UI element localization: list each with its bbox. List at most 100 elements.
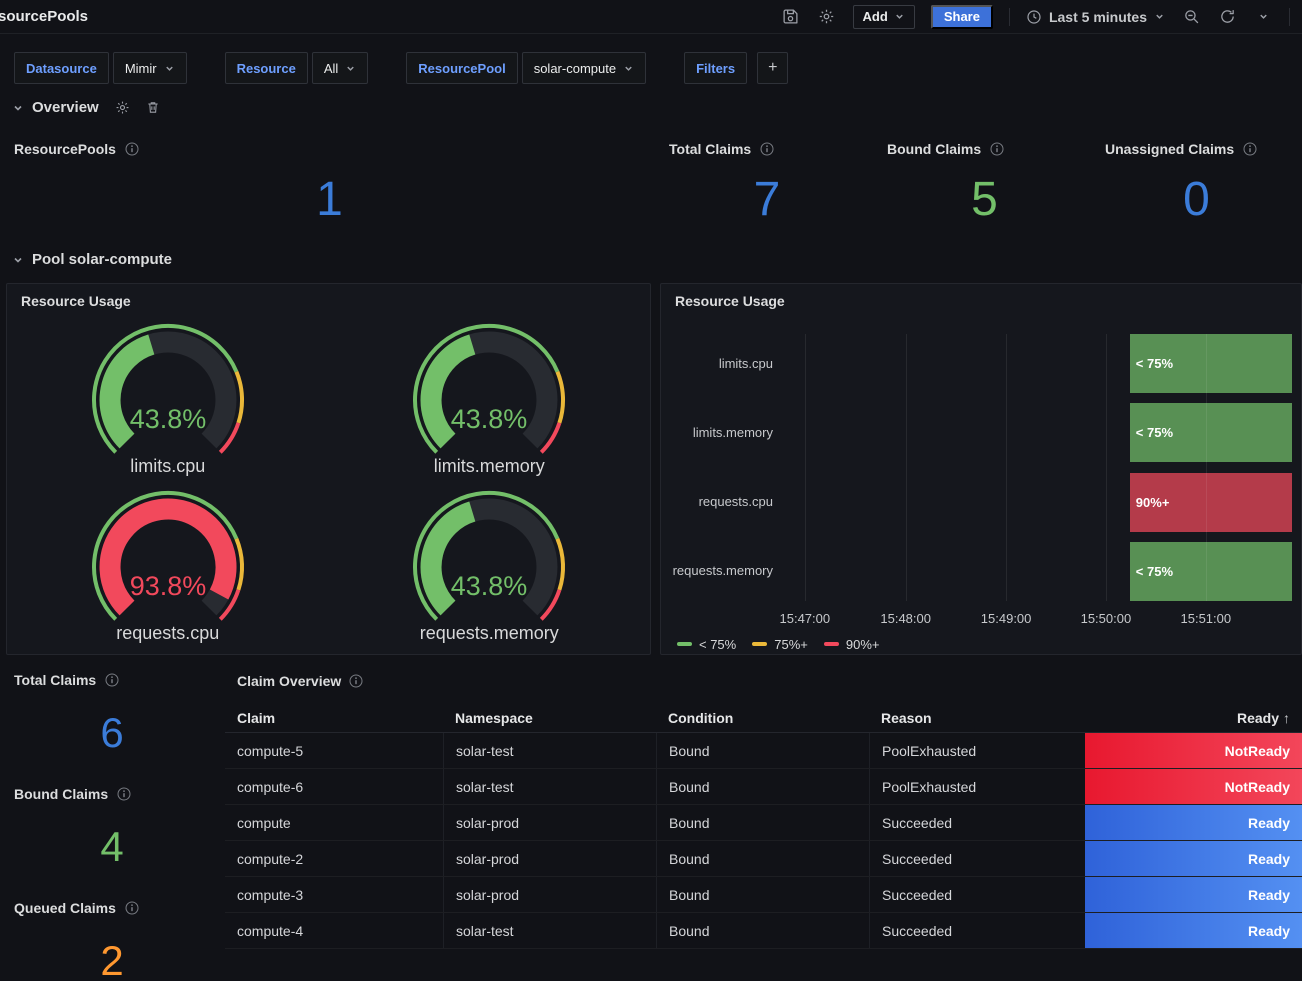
- legend-item[interactable]: < 75%: [677, 637, 736, 652]
- column-header-namespace[interactable]: Namespace: [443, 710, 656, 726]
- stat-panel-bound-claims: Bound Claims 5: [879, 130, 1090, 240]
- stat-value: 4: [6, 826, 218, 868]
- stat-panel-unassigned-claims: Unassigned Claims 0: [1097, 130, 1296, 240]
- info-icon[interactable]: [125, 901, 139, 915]
- table-cell: Bound: [656, 733, 869, 768]
- table-cell: Bound: [656, 805, 869, 840]
- row-header-overview[interactable]: Overview: [12, 99, 160, 116]
- column-header-ready[interactable]: Ready ↑: [1085, 710, 1302, 726]
- table-cell: solar-prod: [443, 841, 656, 876]
- table-cell: PoolExhausted: [869, 733, 1085, 768]
- timeline-gridline: [1206, 334, 1207, 601]
- panel-title: ResourcePools: [14, 141, 116, 157]
- filter-datasource: Datasource Mimir: [14, 52, 187, 84]
- filters-label: Filters: [684, 52, 747, 84]
- panel-title: Resource Usage: [21, 293, 131, 309]
- table-cell: Bound: [656, 769, 869, 804]
- add-button[interactable]: Add: [853, 5, 915, 29]
- gauge-label: limits.memory: [434, 456, 545, 477]
- chevron-down-icon: [345, 63, 356, 74]
- column-header-reason[interactable]: Reason: [869, 710, 1085, 726]
- table-cell: Succeeded: [869, 913, 1085, 948]
- share-button-label: Share: [944, 9, 980, 24]
- legend-label: 90%+: [846, 637, 880, 652]
- filter-resourcepool: ResourcePool solar-compute: [406, 52, 646, 84]
- timeline-row-label: limits.memory: [661, 425, 773, 440]
- filter-label-resource: Resource: [225, 52, 308, 84]
- legend-item[interactable]: 90%+: [824, 637, 880, 652]
- sort-arrow-up-icon: ↑: [1283, 710, 1290, 726]
- row-settings-gear-icon[interactable]: [115, 100, 130, 115]
- filter-value-resourcepool[interactable]: solar-compute: [522, 52, 646, 84]
- timeline-row-label: limits.cpu: [661, 356, 773, 371]
- ready-status-cell: Ready: [1085, 841, 1302, 876]
- table-cell: solar-test: [443, 769, 656, 804]
- gauge-arc: 43.8%: [389, 322, 589, 456]
- filter-value-datasource[interactable]: Mimir: [113, 52, 187, 84]
- time-axis-label: 15:47:00: [779, 611, 830, 626]
- legend-label: 75%+: [774, 637, 808, 652]
- info-icon[interactable]: [349, 674, 363, 688]
- info-icon[interactable]: [760, 142, 774, 156]
- dashboard: sourcePools Add Share Last 5 minutes: [0, 0, 1302, 981]
- panel-claim-overview: Claim Overview ClaimNamespaceConditionRe…: [225, 660, 1302, 981]
- stat-value: 2: [6, 940, 218, 981]
- clock-icon: [1026, 9, 1042, 25]
- panel-title: Unassigned Claims: [1105, 141, 1234, 157]
- timeline-gridline: [906, 334, 907, 601]
- time-axis-label: 15:51:00: [1180, 611, 1231, 626]
- info-icon[interactable]: [125, 142, 139, 156]
- row-header-pool[interactable]: Pool solar-compute: [12, 251, 172, 268]
- refresh-icon[interactable]: [1217, 7, 1237, 27]
- timeline-row-label: requests.cpu: [661, 494, 773, 509]
- table-row: compute-4solar-testBoundSucceededReady: [225, 913, 1302, 949]
- stat-value: 1: [6, 176, 653, 224]
- column-header-condition[interactable]: Condition: [656, 710, 869, 726]
- settings-gear-icon[interactable]: [817, 7, 837, 27]
- timeline-segment: < 75%: [1130, 542, 1292, 601]
- gauge-arc: 43.8%: [389, 489, 589, 623]
- gauge-limits.cpu: 43.8% limits.cpu: [7, 316, 329, 483]
- ready-status-cell: Ready: [1085, 805, 1302, 840]
- gauge-value: 43.8%: [451, 571, 528, 601]
- info-icon[interactable]: [117, 787, 131, 801]
- column-header-claim[interactable]: Claim: [225, 710, 443, 726]
- stat-panel-total-claims-pool: Total Claims 6: [6, 660, 218, 774]
- timeline-row-label: requests.memory: [661, 563, 773, 578]
- timeline-legend: < 75% 75%+ 90%+: [677, 637, 879, 652]
- toolbar-divider: [1009, 8, 1010, 26]
- panel-title: Total Claims: [669, 141, 751, 157]
- panel-title: Claim Overview: [237, 673, 341, 689]
- chevron-down-icon: [623, 63, 634, 74]
- claims-table: ClaimNamespaceConditionReasonReady ↑comp…: [225, 704, 1302, 949]
- add-filter-button[interactable]: +: [757, 52, 788, 84]
- legend-swatch: [824, 642, 839, 646]
- panel-resource-usage-gauges: Resource Usage 43.8% limits.cpu 43.8% li…: [6, 283, 651, 655]
- time-range-picker[interactable]: Last 5 minutes: [1026, 9, 1165, 25]
- save-icon[interactable]: [781, 7, 801, 27]
- zoom-out-icon[interactable]: [1181, 7, 1201, 27]
- info-icon[interactable]: [105, 673, 119, 687]
- table-cell: compute: [225, 805, 443, 840]
- legend-item[interactable]: 75%+: [752, 637, 808, 652]
- table-cell: solar-prod: [443, 805, 656, 840]
- info-icon[interactable]: [1243, 142, 1257, 156]
- time-axis-label: 15:49:00: [981, 611, 1032, 626]
- panel-resource-usage-timeline: Resource Usage 15:47:0015:48:0015:49:001…: [660, 283, 1302, 655]
- refresh-interval-chevron-icon[interactable]: [1253, 7, 1273, 27]
- filter-value-resource[interactable]: All: [312, 52, 368, 84]
- table-row: computesolar-prodBoundSucceededReady: [225, 805, 1302, 841]
- gauge-requests.cpu: 93.8% requests.cpu: [7, 483, 329, 650]
- chevron-down-icon: [164, 63, 175, 74]
- row-delete-trash-icon[interactable]: [146, 100, 160, 115]
- table-cell: Bound: [656, 877, 869, 912]
- table-cell: compute-4: [225, 913, 443, 948]
- row-title: Overview: [32, 99, 99, 116]
- stat-panel-bound-claims-pool: Bound Claims 4: [6, 774, 218, 888]
- table-cell: Bound: [656, 841, 869, 876]
- info-icon[interactable]: [990, 142, 1004, 156]
- table-cell: Succeeded: [869, 805, 1085, 840]
- share-button[interactable]: Share: [931, 5, 993, 29]
- stat-value: 7: [661, 176, 873, 224]
- timeline-gridline: [805, 334, 806, 601]
